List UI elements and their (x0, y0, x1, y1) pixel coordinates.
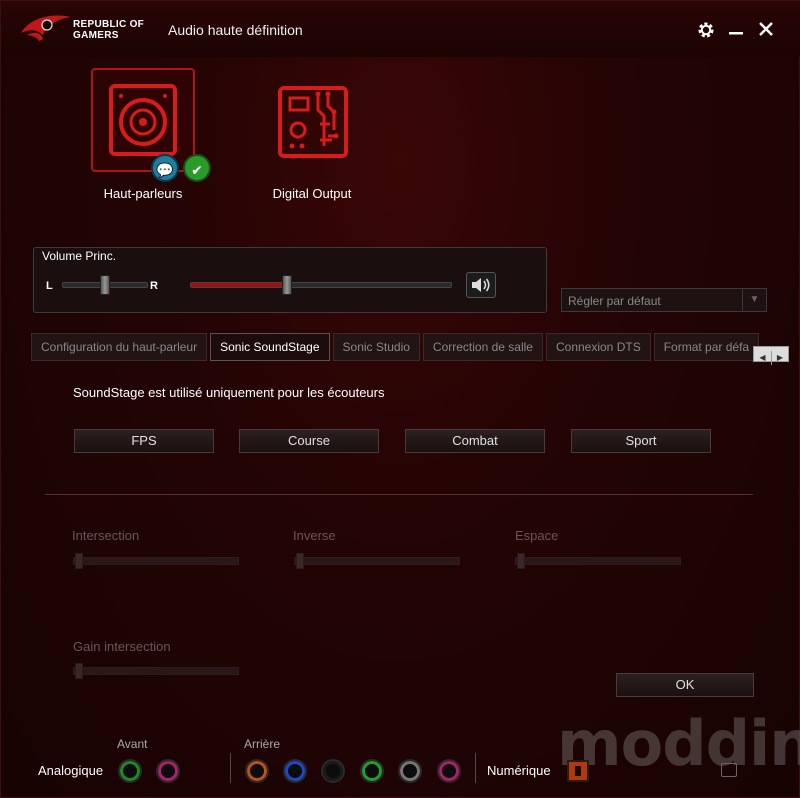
preset-sport-button[interactable]: Sport (571, 429, 711, 453)
front-jacks-label: Avant (117, 737, 148, 751)
gear-icon (698, 22, 714, 38)
minimize-icon (729, 32, 743, 35)
scroll-left-icon[interactable]: ◀ (754, 351, 771, 365)
rear-jacks-label: Arrière (244, 737, 281, 751)
gain-intersection-slider[interactable] (73, 667, 239, 675)
title-bar: REPUBLIC OF GAMERS Audio haute définitio… (1, 1, 800, 57)
preset-course-button[interactable]: Course (239, 429, 379, 453)
speakers-device-frame: 💬 ✔ (91, 68, 211, 182)
rear-jack-blue[interactable] (283, 759, 307, 783)
space-slider[interactable] (515, 557, 681, 565)
brand-text: REPUBLIC OF GAMERS (73, 19, 144, 41)
front-jack-green[interactable] (118, 759, 142, 783)
settings-button[interactable] (695, 19, 717, 41)
digital-output-label: Digital Output (272, 186, 352, 201)
jack-separator (230, 753, 231, 783)
brand-line-1: REPUBLIC OF (73, 19, 145, 30)
analog-label: Analogique (38, 763, 104, 778)
tab-scroll-buttons: ◀ ▶ (753, 346, 789, 365)
preset-combat-button[interactable]: Combat (405, 429, 545, 453)
minimize-button[interactable] (725, 19, 747, 41)
tab-speaker-config[interactable]: Configuration du haut-parleur (31, 333, 208, 361)
checkmark-icon: ✔ (183, 154, 211, 182)
intersection-label: Intersection (72, 528, 140, 543)
chat-bubble-icon: 💬 (151, 154, 179, 182)
chevron-down-icon: ▼ (742, 289, 766, 311)
rear-jack-orange[interactable] (245, 759, 269, 783)
tab-bar: Configuration du haut-parleur Sonic Sound… (31, 333, 789, 361)
inverse-slider-thumb[interactable] (296, 553, 304, 569)
speaker-icon (109, 84, 177, 156)
soundstage-description: SoundStage est utilisé uniquement pour l… (73, 385, 385, 400)
audio-window: REPUBLIC OF GAMERS Audio haute définitio… (0, 0, 800, 798)
gain-intersection-slider-thumb[interactable] (75, 663, 83, 679)
window-title: Audio haute définition (168, 22, 303, 38)
front-jack-pink[interactable] (156, 759, 180, 783)
section-divider (45, 494, 753, 495)
volume-slider-track[interactable] (190, 282, 452, 288)
digital-output-device-frame (260, 68, 364, 172)
balance-slider-thumb[interactable] (100, 275, 110, 295)
balance-left-label: L (46, 280, 53, 292)
tab-dts-connect[interactable]: Connexion DTS (545, 333, 651, 361)
volume-panel: Volume Princ. L R (33, 247, 547, 313)
rear-jack-gray[interactable] (398, 759, 422, 783)
spdif-port-icon[interactable] (567, 760, 589, 782)
device-speakers[interactable]: 💬 ✔ Haut-parleurs (91, 68, 211, 201)
tab-default-format[interactable]: Format par défa (653, 333, 760, 361)
device-digital-output[interactable]: Digital Output (260, 68, 364, 201)
rear-jack-green[interactable] (360, 759, 384, 783)
rog-logo-icon (21, 15, 71, 41)
volume-title: Volume Princ. (42, 249, 117, 263)
jack-separator-digital (475, 753, 476, 783)
watermark: modding.fr (557, 707, 800, 780)
close-button[interactable] (755, 19, 777, 41)
space-label: Espace (515, 528, 559, 543)
inverse-label: Inverse (293, 528, 336, 543)
set-default-label: Régler par défaut (568, 294, 661, 308)
speaker-volume-icon (472, 278, 490, 292)
lock-icon (721, 763, 737, 777)
tab-sonic-studio[interactable]: Sonic Studio (332, 333, 420, 361)
rear-jack-pink[interactable] (437, 759, 461, 783)
rear-jack-black[interactable] (321, 759, 345, 783)
preset-fps-button[interactable]: FPS (74, 429, 214, 453)
scroll-right-icon[interactable]: ▶ (771, 351, 788, 365)
intersection-slider[interactable] (73, 557, 239, 565)
inverse-slider[interactable] (294, 557, 460, 565)
close-icon (759, 22, 773, 36)
tab-sonic-soundstage[interactable]: Sonic SoundStage (210, 333, 330, 361)
circuit-board-icon (278, 86, 348, 158)
mute-button[interactable] (466, 272, 496, 298)
space-slider-thumb[interactable] (517, 553, 525, 569)
ok-button[interactable]: OK (616, 673, 754, 697)
tab-room-correction[interactable]: Correction de salle (422, 333, 543, 361)
speakers-label: Haut-parleurs (103, 186, 183, 201)
volume-slider-thumb[interactable] (281, 275, 292, 295)
digital-label: Numérique (487, 763, 551, 778)
volume-slider-fill (191, 283, 288, 287)
intersection-slider-thumb[interactable] (75, 553, 83, 569)
gain-intersection-label: Gain intersection (73, 639, 171, 654)
set-default-dropdown[interactable]: Régler par défaut ▼ (561, 288, 767, 312)
balance-right-label: R (150, 280, 158, 292)
brand-line-2: GAMERS (73, 30, 119, 41)
